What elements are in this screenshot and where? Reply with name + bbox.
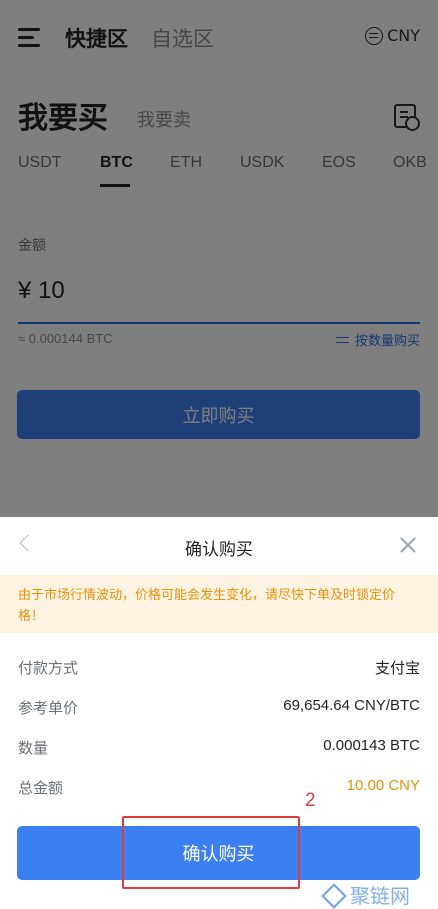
watermark: 聚链网	[320, 880, 410, 909]
row-value: 支付宝	[374, 659, 420, 677]
row-reference-price: 参考单价 69,654.64 CNY/BTC	[18, 697, 420, 721]
row-label: 数量	[18, 739, 49, 757]
row-value: 69,654.64 CNY/BTC	[283, 697, 420, 714]
confirm-sheet: 确认购买 由于市场行情波动，价格可能会发生变化，请尽快下单及时锁定价格！ 付款方…	[0, 517, 438, 909]
row-value: 10.00 CNY	[346, 777, 420, 794]
row-value: 0.000143 BTC	[323, 737, 420, 754]
modal-overlay[interactable]	[0, 0, 438, 517]
row-quantity: 数量 0.000143 BTC	[18, 737, 420, 761]
row-payment-method: 付款方式 支付宝	[18, 657, 420, 681]
highlight-box	[122, 816, 300, 889]
watermark-logo-icon	[320, 882, 346, 908]
row-label: 参考单价	[18, 699, 79, 717]
row-label: 总金额	[18, 779, 64, 797]
step-number: 2	[305, 790, 316, 811]
row-label: 付款方式	[18, 659, 79, 677]
sheet-header: 确认购买	[0, 517, 438, 574]
close-icon[interactable]	[400, 537, 416, 553]
sheet-title: 确认购买	[185, 540, 253, 560]
price-warning: 由于市场行情波动，价格可能会发生变化，请尽快下单及时锁定价格！	[0, 575, 438, 633]
watermark-text: 聚链网	[350, 884, 410, 908]
row-total-amount: 总金额 10.00 CNY	[18, 777, 420, 801]
